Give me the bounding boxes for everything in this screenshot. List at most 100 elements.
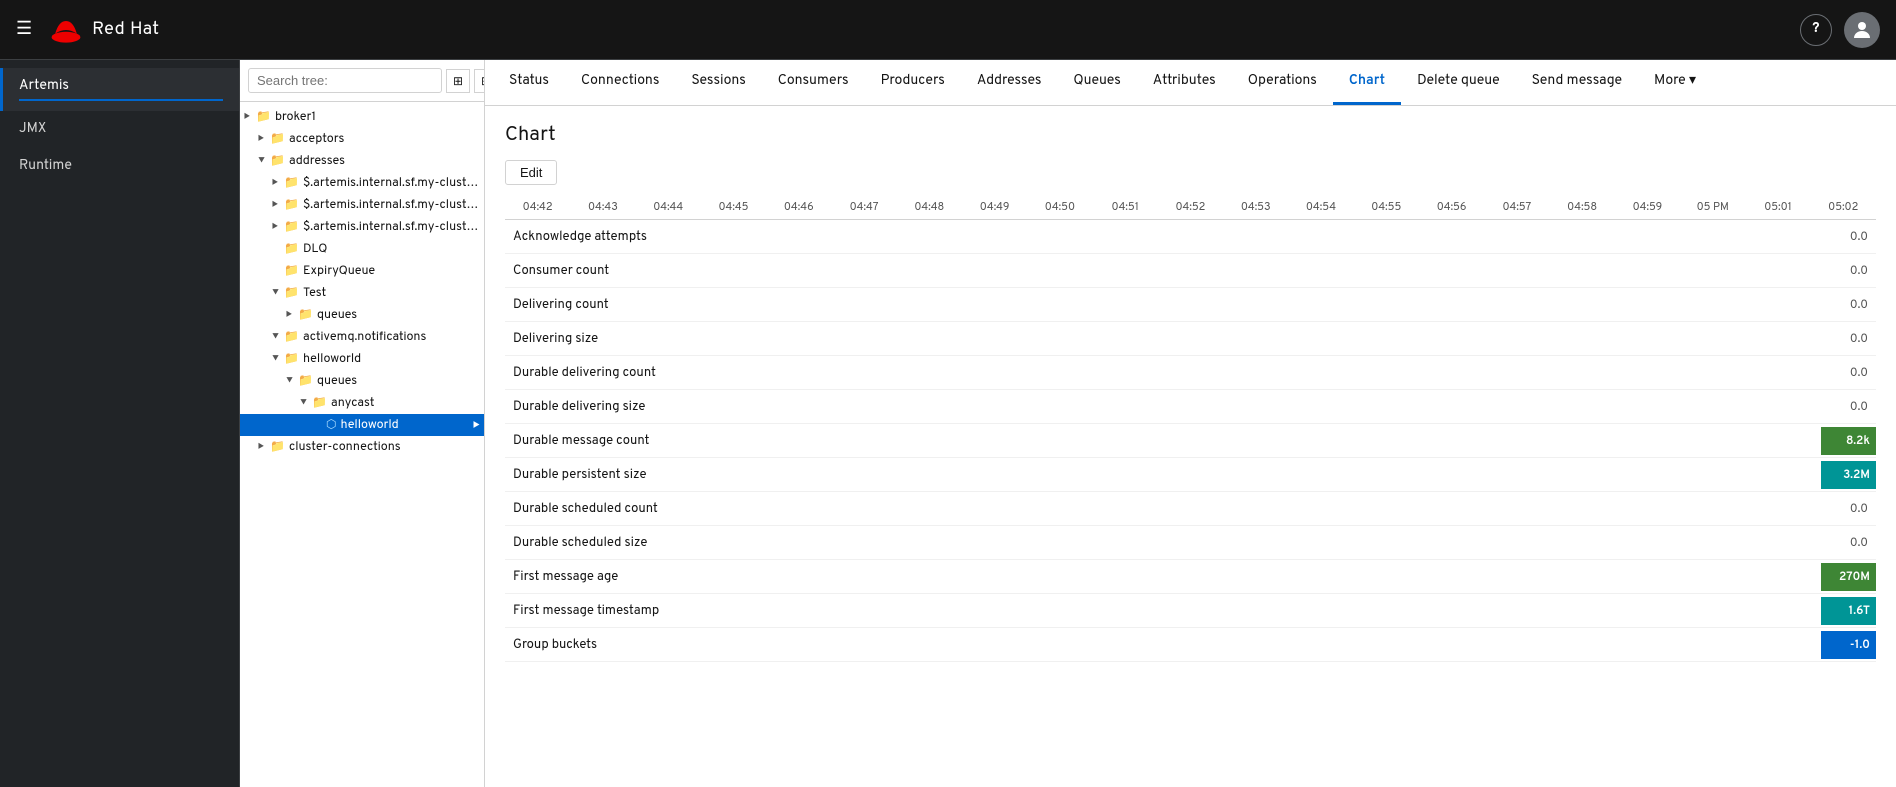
node-label: acceptors	[289, 131, 480, 147]
time-label: 04:45	[701, 201, 766, 215]
node-label: helloworld	[303, 351, 480, 367]
tree-node-activemq[interactable]: ▼ 📁 activemq.notifications	[240, 326, 484, 348]
metrics-container: Acknowledge attempts0.0Consumer count0.0…	[505, 220, 1876, 662]
arrow-icon: ▼	[272, 354, 284, 365]
arrow-icon: ▼	[300, 398, 312, 409]
metric-name-label: Durable scheduled size	[505, 529, 1821, 557]
hamburger-icon[interactable]: ☰	[16, 18, 32, 41]
metric-name-label: Durable delivering size	[505, 393, 1821, 421]
time-label: 04:46	[766, 201, 831, 215]
arrow-icon: ▶	[286, 310, 298, 321]
metric-value: 0.0	[1821, 501, 1876, 517]
user-avatar[interactable]	[1844, 12, 1880, 48]
tab-send-message[interactable]: Send message	[1516, 61, 1638, 105]
tree-node-dlq[interactable]: 📁 DLQ	[240, 238, 484, 260]
tab-queues[interactable]: Queues	[1057, 61, 1136, 105]
collapse-all-button[interactable]: ⊟	[474, 69, 485, 93]
tree-node-anycast[interactable]: ▼ 📁 anycast	[240, 392, 484, 414]
tree-node-test-queues[interactable]: ▶ 📁 queues	[240, 304, 484, 326]
tree-node-hw-queues[interactable]: ▼ 📁 queues	[240, 370, 484, 392]
tab-attributes[interactable]: Attributes	[1137, 61, 1232, 105]
folder-icon: 📁	[256, 109, 271, 125]
tab-connections[interactable]: Connections	[565, 61, 675, 105]
folder-icon: 📁	[284, 351, 299, 367]
sidebar-item-artemis[interactable]: Artemis	[0, 68, 239, 111]
time-label: 04:48	[897, 201, 962, 215]
metric-bar: -1.0	[1821, 631, 1876, 659]
edit-button[interactable]: Edit	[505, 160, 557, 185]
metric-name-label: Acknowledge attempts	[505, 223, 1821, 251]
arrow-icon: ▼	[272, 288, 284, 299]
metric-name-label: Consumer count	[505, 257, 1821, 285]
metric-row: Durable delivering size0.0	[505, 390, 1876, 424]
arrow-icon: ▶	[272, 178, 284, 189]
time-label: 04:54	[1288, 201, 1353, 215]
folder-icon: 📁	[284, 197, 299, 213]
time-label: 04:52	[1158, 201, 1223, 215]
folder-icon: 📁	[270, 131, 285, 147]
metric-name-label: Durable scheduled count	[505, 495, 1821, 523]
metric-value: 0.0	[1821, 535, 1876, 551]
tab-status[interactable]: Status	[493, 61, 565, 105]
tab-more[interactable]: More ▾	[1638, 60, 1712, 105]
arrow-icon: ▼	[258, 156, 270, 167]
metric-value: 0.0	[1821, 365, 1876, 381]
tree-node-artemis2[interactable]: ▶ 📁 $.artemis.internal.sf.my-cluster....	[240, 194, 484, 216]
help-button[interactable]: ?	[1800, 14, 1832, 46]
redhat-logo-icon	[48, 12, 84, 48]
tab-addresses[interactable]: Addresses	[961, 61, 1058, 105]
time-label: 05:01	[1745, 201, 1810, 215]
tree-node-cluster-connections[interactable]: ▶ 📁 cluster-connections	[240, 436, 484, 458]
tab-delete-queue[interactable]: Delete queue	[1401, 61, 1516, 105]
sidebar-item-jmx[interactable]: JMX	[0, 111, 239, 148]
tree-node-helloworld-address[interactable]: ▼ 📁 helloworld	[240, 348, 484, 370]
tree-node-acceptors[interactable]: ▶ 📁 acceptors	[240, 128, 484, 150]
folder-icon: 📁	[284, 219, 299, 235]
tree-node-test[interactable]: ▼ 📁 Test	[240, 282, 484, 304]
tab-operations[interactable]: Operations	[1232, 61, 1333, 105]
search-input[interactable]	[248, 68, 442, 93]
time-label: 05:02	[1811, 201, 1876, 215]
time-label: 05 PM	[1680, 201, 1745, 215]
time-label: 04:49	[962, 201, 1027, 215]
time-label: 04:57	[1484, 201, 1549, 215]
folder-icon: 📁	[312, 395, 327, 411]
tree-panel: ⊞ ⊟ ▶ 📁 broker1 ▶	[240, 60, 485, 787]
tab-producers[interactable]: Producers	[865, 61, 961, 105]
metric-value: 0.0	[1821, 297, 1876, 313]
queue-icon: ⬡	[326, 417, 336, 433]
node-label: addresses	[289, 153, 480, 169]
folder-icon: 📁	[284, 175, 299, 191]
tree-node-helloworld-queue[interactable]: ⬡ helloworld ▶	[240, 414, 484, 436]
time-label: 04:51	[1093, 201, 1158, 215]
node-label: $.artemis.internal.sf.my-cluster....	[303, 175, 480, 191]
metric-name-label: Durable message count	[505, 427, 1821, 455]
tree-node-addresses[interactable]: ▼ 📁 addresses	[240, 150, 484, 172]
node-label: broker1	[275, 109, 480, 125]
node-label: DLQ	[303, 241, 480, 257]
arrow-icon: ▶	[272, 222, 284, 233]
metric-bar: 8.2k	[1821, 427, 1876, 455]
time-label: 04:47	[831, 201, 896, 215]
sidebar-item-runtime[interactable]: Runtime	[0, 148, 239, 185]
arrow-icon: ▼	[272, 332, 284, 343]
tree-node-artemis1[interactable]: ▶ 📁 $.artemis.internal.sf.my-cluster....	[240, 172, 484, 194]
tab-consumers[interactable]: Consumers	[762, 61, 865, 105]
tree-node-expiryqueue[interactable]: 📁 ExpiryQueue	[240, 260, 484, 282]
tree-node-artemis3[interactable]: ▶ 📁 $.artemis.internal.sf.my-cluster....	[240, 216, 484, 238]
metric-name-label: Durable delivering count	[505, 359, 1821, 387]
metric-row: Durable scheduled count0.0	[505, 492, 1876, 526]
metric-name-label: Delivering size	[505, 325, 1821, 353]
expand-all-button[interactable]: ⊞	[446, 69, 470, 93]
sidebar: Artemis JMX Runtime	[0, 60, 240, 787]
time-label: 04:58	[1550, 201, 1615, 215]
tab-sessions[interactable]: Sessions	[675, 61, 761, 105]
metric-row: Durable message count8.2k	[505, 424, 1876, 458]
tree-node-broker1[interactable]: ▶ 📁 broker1	[240, 106, 484, 128]
tab-chart[interactable]: Chart	[1333, 61, 1401, 105]
metric-row: Durable persistent size3.2M	[505, 458, 1876, 492]
folder-icon: 📁	[270, 439, 285, 455]
metric-value: 0.0	[1821, 399, 1876, 415]
folder-icon: 📁	[270, 153, 285, 169]
arrow-icon: ▶	[258, 134, 270, 145]
